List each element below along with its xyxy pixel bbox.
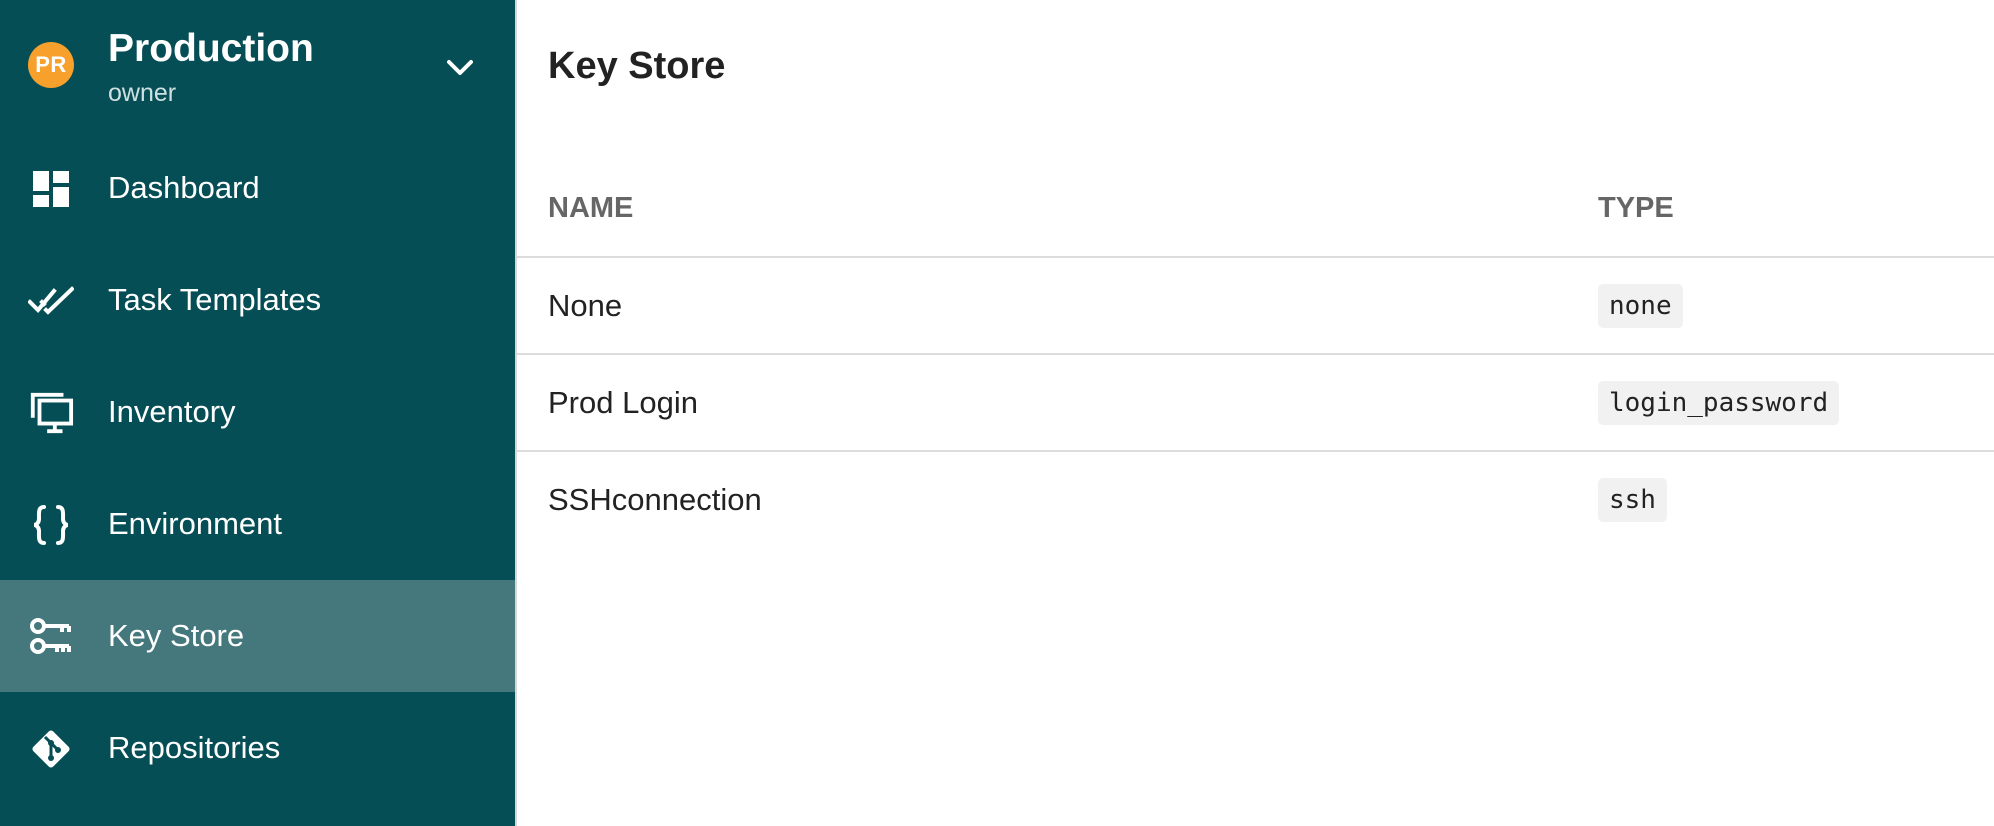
sidebar-item-inventory[interactable]: Inventory [0,356,515,468]
key-type-badge: none [1598,283,1683,328]
project-avatar: PR [28,42,74,88]
sidebar-item-label: Key Store [108,618,245,653]
git-icon [28,726,74,772]
key-type-badge: login_password [1598,380,1840,425]
key-type-cell: ssh [1598,451,1994,547]
table-row[interactable]: SSHconnection ssh [517,451,1994,547]
key-name[interactable]: Prod Login [517,354,1598,452]
table-row[interactable]: Prod Login login_password [517,354,1994,452]
braces-icon [28,502,74,548]
page-title: Key Store [548,45,726,87]
dashboard-icon [28,166,74,212]
sidebar-item-repositories[interactable]: Repositories [0,692,515,804]
sidebar-item-label: Dashboard [108,170,260,205]
sidebar-item-task-templates[interactable]: Task Templates [0,244,515,356]
column-header-name[interactable]: NAME [517,160,1598,258]
project-name: Production [108,27,314,70]
column-header-type[interactable]: TYPE [1598,160,1994,258]
chevron-down-icon[interactable] [440,48,480,88]
sidebar-item-label: Repositories [108,730,281,765]
sidebar-item-label: Environment [108,506,283,541]
key-name[interactable]: SSHconnection [517,451,1598,547]
table-row[interactable]: None none [517,257,1994,355]
table-header-row: NAME TYPE [517,160,1994,258]
sidebar-item-label: Inventory [108,394,236,429]
key-type-cell: none [1598,257,1994,355]
monitor-icon [28,390,74,436]
sidebar-item-dashboard[interactable]: Dashboard [0,132,515,244]
sidebar-item-environment[interactable]: Environment [0,468,515,580]
key-store-table: NAME TYPE None none Prod Login login_pas… [517,160,1994,547]
key-type-cell: login_password [1598,354,1994,452]
key-name[interactable]: None [517,257,1598,355]
sidebar: PR Production owner Dashboard Task Templ… [0,0,515,826]
keys-icon [28,614,74,660]
project-selector[interactable]: PR Production owner [0,0,515,132]
key-type-badge: ssh [1598,477,1667,522]
double-check-icon [28,278,74,324]
sidebar-item-label: Task Templates [108,282,322,317]
sidebar-item-key-store[interactable]: Key Store [0,580,515,692]
main-content: Key Store NAME TYPE None none Prod Login… [517,0,1994,826]
project-role: owner [108,79,177,107]
sidebar-nav: Dashboard Task Templates Inventory Envir… [0,132,515,804]
